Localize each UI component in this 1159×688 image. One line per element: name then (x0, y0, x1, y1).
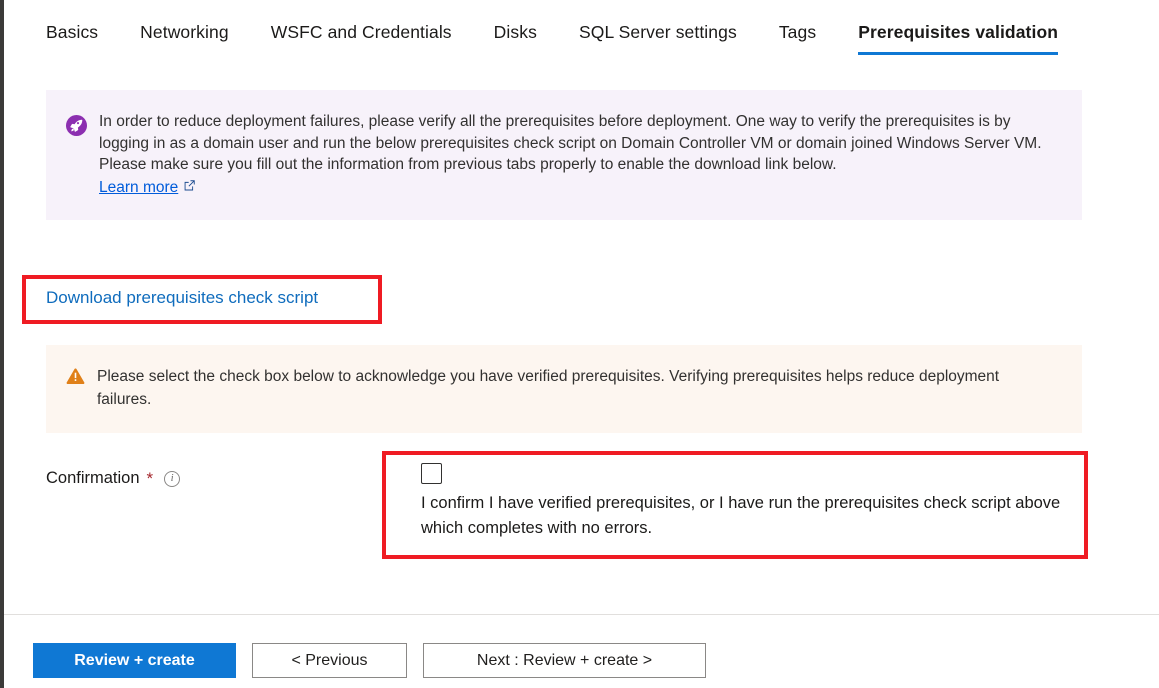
info-banner: In order to reduce deployment failures, … (46, 90, 1082, 220)
info-banner-text: In order to reduce deployment failures, … (99, 113, 1042, 173)
external-link-icon (183, 177, 196, 199)
rocket-icon (66, 115, 87, 136)
confirmation-label-text: Confirmation (46, 469, 140, 487)
download-prerequisites-check-script-link[interactable]: Download prerequisites check script (46, 288, 318, 308)
confirmation-checkbox-label[interactable]: I confirm I have verified prerequisites,… (421, 491, 1069, 541)
wizard-footer: Review + create < Previous Next : Review… (33, 643, 706, 678)
footer-divider (4, 614, 1159, 615)
confirmation-checkbox[interactable] (421, 463, 442, 484)
tab-wsfc-and-credentials[interactable]: WSFC and Credentials (271, 18, 452, 55)
info-circle-icon[interactable]: i (164, 470, 181, 487)
tab-networking[interactable]: Networking (140, 18, 229, 55)
confirmation-control-group: I confirm I have verified prerequisites,… (421, 463, 1071, 541)
review-create-button[interactable]: Review + create (33, 643, 236, 678)
tab-basics[interactable]: Basics (46, 18, 98, 55)
tab-tags[interactable]: Tags (779, 18, 816, 55)
learn-more-link[interactable]: Learn more (99, 177, 196, 199)
left-edge-rail (0, 0, 4, 688)
warning-triangle-icon (66, 367, 85, 391)
info-banner-body: In order to reduce deployment failures, … (99, 111, 1044, 198)
previous-button[interactable]: < Previous (252, 643, 407, 678)
required-asterisk: * (146, 469, 154, 488)
tab-sql-server-settings[interactable]: SQL Server settings (579, 18, 737, 55)
warning-banner-text: Please select the check box below to ack… (97, 368, 1000, 408)
confirmation-field-label: Confirmation * i (46, 469, 181, 488)
wizard-tab-bar: Basics Networking WSFC and Credentials D… (46, 18, 1058, 55)
learn-more-label: Learn more (99, 178, 179, 196)
next-review-create-button[interactable]: Next : Review + create > (423, 643, 706, 678)
tab-disks[interactable]: Disks (494, 18, 537, 55)
tab-prerequisites-validation[interactable]: Prerequisites validation (858, 18, 1058, 55)
warning-banner: Please select the check box below to ack… (46, 345, 1082, 433)
